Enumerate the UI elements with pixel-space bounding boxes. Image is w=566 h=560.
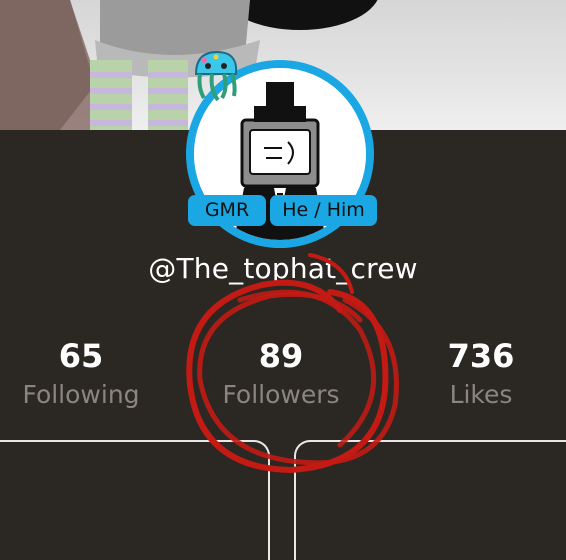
username: @The_tophat_crew: [148, 252, 418, 285]
stat-followers[interactable]: 89 Followers: [191, 336, 371, 409]
left-action-panel[interactable]: [0, 440, 270, 560]
followers-label: Followers: [222, 380, 340, 409]
badge-pronouns[interactable]: He / Him: [270, 195, 377, 226]
stat-likes[interactable]: 736 Likes: [391, 336, 566, 409]
followers-count: 89: [258, 337, 304, 375]
following-label: Following: [22, 380, 140, 409]
likes-label: Likes: [449, 380, 513, 409]
following-count: 65: [58, 337, 104, 375]
jellyfish-icon: [194, 50, 238, 102]
stat-following[interactable]: 65 Following: [0, 336, 171, 409]
right-action-panel[interactable]: [294, 440, 566, 560]
badge-gmr[interactable]: GMR: [188, 195, 266, 226]
likes-count: 736: [447, 337, 515, 375]
